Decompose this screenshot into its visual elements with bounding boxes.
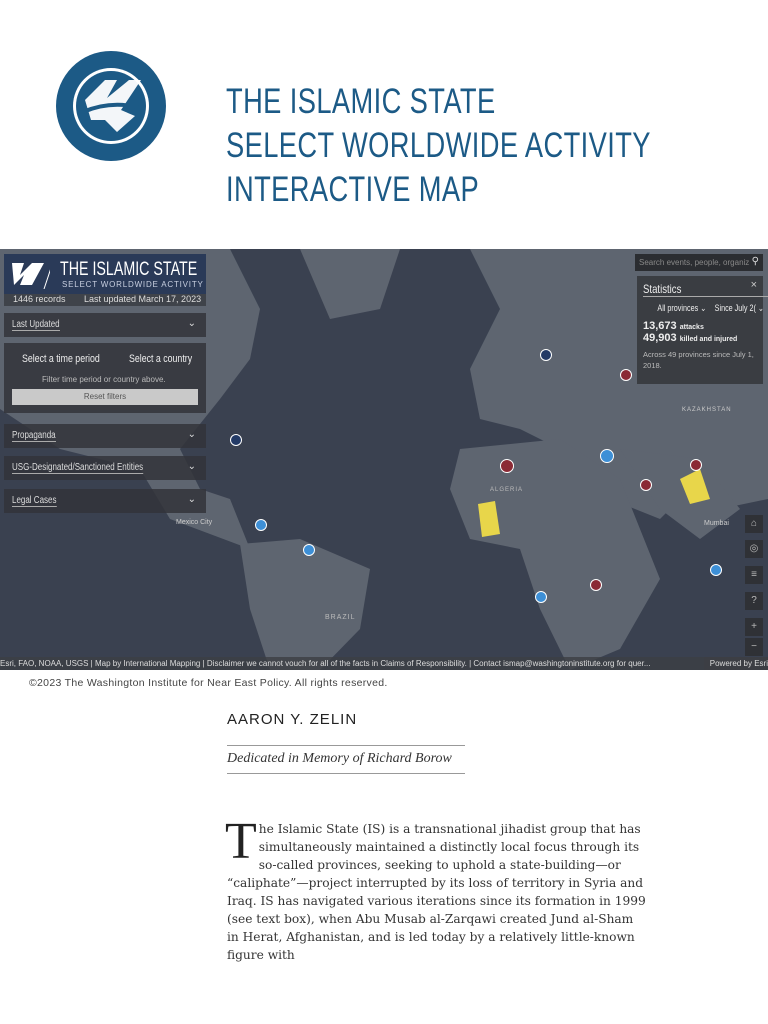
cluster-marker[interactable] <box>540 349 552 361</box>
drop-cap: T <box>225 813 257 870</box>
help-icon[interactable]: ? <box>745 592 763 610</box>
chevron-down-icon: ⌄ <box>187 494 196 505</box>
killed-count: 49,903 <box>643 332 677 344</box>
locate-icon[interactable]: ◎ <box>745 540 763 558</box>
map-label-mumbai: Mumbai <box>704 520 729 527</box>
dropdown-label: Propaganda <box>12 430 56 442</box>
propaganda-dropdown[interactable]: Propaganda ⌄ <box>4 424 206 448</box>
cluster-marker[interactable] <box>640 479 652 491</box>
cluster-marker[interactable] <box>500 459 514 473</box>
filter-panel: Select a time period Select a country Fi… <box>4 343 206 413</box>
chevron-down-icon: ⌄ <box>187 318 196 329</box>
usg-entities-dropdown[interactable]: USG-Designated/Sanctioned Entities ⌄ <box>4 456 206 480</box>
chevron-down-icon: ⌄ <box>187 429 196 440</box>
chevron-down-icon: ⌄ <box>187 461 196 472</box>
cluster-marker[interactable] <box>690 459 702 471</box>
attacks-count: 13,673 <box>643 320 677 332</box>
killed-label: killed and injured <box>679 336 738 343</box>
map-label-algeria: ALGERIA <box>490 487 524 493</box>
search-icon[interactable]: ⚲ <box>752 256 759 267</box>
reset-label: Reset filters <box>83 392 127 401</box>
zoom-out-icon[interactable]: − <box>745 638 763 656</box>
cluster-marker[interactable] <box>303 544 315 556</box>
dedication: Dedicated in Memory of Richard Borow <box>227 745 465 774</box>
author-name: AARON Y. ZELIN <box>227 711 358 728</box>
dropdown-label: Legal Cases <box>12 495 57 507</box>
provinces-select[interactable]: All provinces <box>657 303 698 313</box>
cluster-marker[interactable] <box>710 564 722 576</box>
filter-hint: Filter time period or country above. <box>42 375 166 384</box>
statistics-title: Statistics <box>643 282 768 297</box>
last-updated-dropdown[interactable]: Last Updated ⌄ <box>4 313 206 337</box>
search-placeholder: Search events, people, organiz <box>639 258 750 267</box>
title-line-2: SELECT WORLDWIDE ACTIVITY <box>226 126 651 165</box>
records-count: 1446 records <box>13 294 66 304</box>
dropdown-label: USG-Designated/Sanctioned Entities <box>12 462 144 474</box>
attacks-label: attacks <box>679 324 704 331</box>
last-updated: Last updated March 17, 2023 <box>84 294 202 304</box>
title-line-3: INTERACTIVE MAP <box>226 170 480 209</box>
map-attribution: Esri, FAO, NOAA, USGS | Map by Internati… <box>0 657 768 670</box>
map-header: THE ISLAMIC STATE SELECT WORLDWIDE ACTIV… <box>4 254 206 294</box>
since-select[interactable]: Since July 2( <box>715 303 756 313</box>
institute-flag-icon <box>12 263 50 289</box>
body-paragraph: he Islamic State (IS) is a transnational… <box>227 822 646 962</box>
map-label-kazakhstan: KAZAKHSTAN <box>682 407 732 413</box>
close-icon[interactable]: × <box>751 279 757 291</box>
legal-cases-dropdown[interactable]: Legal Cases ⌄ <box>4 489 206 513</box>
time-period-select[interactable]: Select a time period <box>22 353 100 365</box>
page-title: THE ISLAMIC STATE SELECT WORLDWIDE ACTIV… <box>226 80 651 212</box>
washington-institute-logo <box>56 51 166 161</box>
reset-filters-button[interactable]: Reset filters <box>12 389 198 405</box>
map-label-brazil: BRAZIL <box>325 614 356 621</box>
country-select[interactable]: Select a country <box>129 353 192 365</box>
cluster-marker[interactable] <box>230 434 242 446</box>
statistics-note: Across 49 provinces since July 1, 2018. <box>643 350 754 370</box>
map-label-mexico-city: Mexico City <box>176 519 213 526</box>
dropdown-label: Last Updated <box>12 319 60 331</box>
map-header-subtitle: SELECT WORLDWIDE ACTIVITY <box>62 280 204 289</box>
list-icon[interactable]: ≡ <box>745 566 763 584</box>
search-input[interactable]: Search events, people, organiz ⚲ <box>635 254 763 271</box>
cluster-marker[interactable] <box>255 519 267 531</box>
copyright: ©2023 The Washington Institute for Near … <box>29 677 388 689</box>
cluster-marker[interactable] <box>535 591 547 603</box>
home-icon[interactable]: ⌂ <box>745 515 763 533</box>
map-header-title: THE ISLAMIC STATE <box>60 259 198 280</box>
attribution-text: Esri, FAO, NOAA, USGS | Map by Internati… <box>0 659 651 668</box>
cluster-marker[interactable] <box>600 449 614 463</box>
cluster-marker[interactable] <box>590 579 602 591</box>
zoom-in-icon[interactable]: + <box>745 618 763 636</box>
powered-by-esri[interactable]: Powered by Esri <box>703 657 768 670</box>
body-text: The Islamic State (IS) is a transnationa… <box>225 813 647 964</box>
title-line-1: THE ISLAMIC STATE <box>226 82 496 121</box>
cluster-marker[interactable] <box>620 369 632 381</box>
statistics-panel: Statistics × All provinces ⌄ Since July … <box>637 276 768 384</box>
records-bar: 1446 records Last updated March 17, 2023 <box>4 294 206 306</box>
